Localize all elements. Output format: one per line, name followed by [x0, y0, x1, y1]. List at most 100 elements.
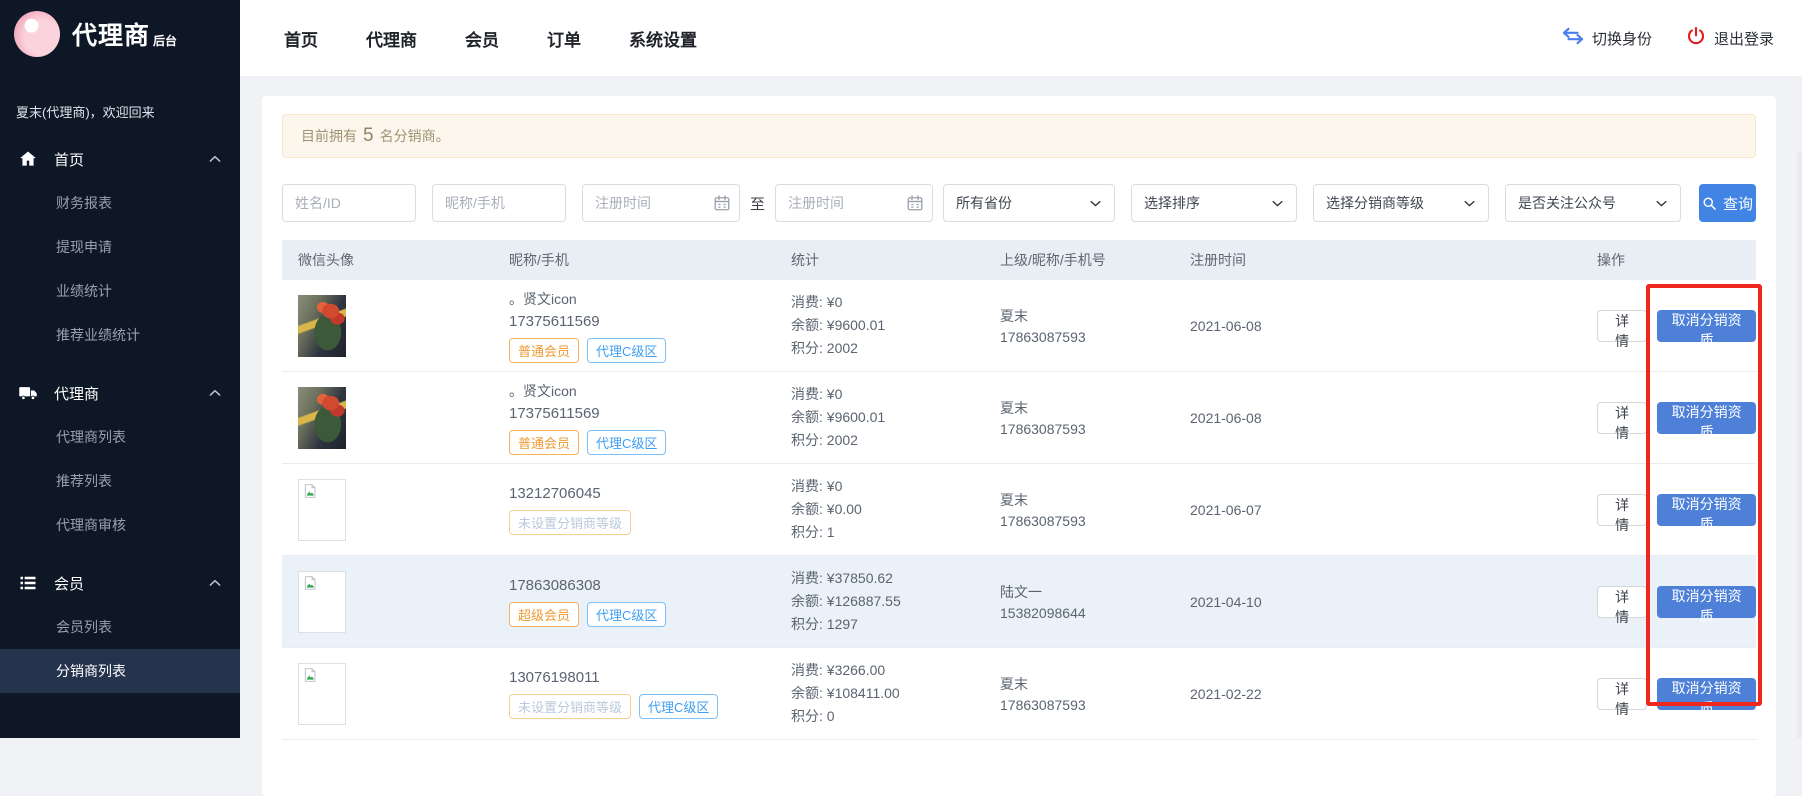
wechat-avatar: [298, 571, 346, 633]
stat-line: 积分: 1: [791, 521, 1000, 544]
column-header-上级/昵称/手机号: 上级/昵称/手机号: [1000, 250, 1190, 270]
member-phone: 13076198011: [509, 669, 791, 686]
table-row: 。贤文icon 17375611569 普通会员代理C级区 消费: ¥0余额: …: [282, 372, 1756, 464]
register-date: 2021-02-22: [1190, 686, 1597, 702]
parent-phone: 15382098644: [1000, 605, 1190, 621]
detail-button[interactable]: 详情: [1597, 678, 1647, 710]
top-menu-item-首页[interactable]: 首页: [284, 26, 318, 51]
sidebar-item-分销商列表[interactable]: 分销商列表: [0, 649, 240, 693]
row-actions: 详情 取消分销资质: [1597, 586, 1756, 618]
sidebar: 代理商 后台 夏末(代理商)，欢迎回来 首页财务报表提现申请业绩统计推荐业绩统计…: [0, 0, 240, 738]
cancel-distribution-button[interactable]: 取消分销资质: [1657, 310, 1756, 342]
list-icon: [18, 573, 38, 593]
table-body: 。贤文icon 17375611569 普通会员代理C级区 消费: ¥0余额: …: [282, 280, 1756, 740]
chevron-up-icon: [208, 152, 222, 166]
calendar-icon: [713, 194, 731, 212]
stat-line: 积分: 2002: [791, 429, 1000, 452]
cancel-distribution-button[interactable]: 取消分销资质: [1657, 402, 1756, 434]
cancel-distribution-button[interactable]: 取消分销资质: [1657, 494, 1756, 526]
sidebar-item-推荐业绩统计[interactable]: 推荐业绩统计: [0, 313, 240, 357]
nickname-phone-input[interactable]: [432, 184, 566, 222]
alert-suffix: 名分销商。: [380, 126, 450, 146]
filter-bar: 至 所有省份 选择排序 选择分销商等级 是否关注公众号 查询: [282, 184, 1756, 222]
power-icon: [1686, 26, 1706, 50]
parent-nickname: 夏末: [1000, 490, 1190, 510]
name-id-input[interactable]: [282, 184, 416, 222]
sidebar-menu: 首页财务报表提现申请业绩统计推荐业绩统计代理商代理商列表推荐列表代理商审核会员会…: [0, 137, 240, 693]
top-menu-item-会员[interactable]: 会员: [465, 26, 499, 51]
stat-line: 消费: ¥0: [791, 291, 1000, 314]
table-row: 。贤文icon 17375611569 普通会员代理C级区 消费: ¥0余额: …: [282, 280, 1756, 372]
sidebar-group-header-0[interactable]: 首页: [0, 137, 240, 181]
cancel-distribution-button[interactable]: 取消分销资质: [1657, 678, 1756, 710]
chevron-down-icon: [1089, 197, 1102, 210]
sidebar-group-label: 会员: [54, 573, 208, 594]
date-between-label: 至: [750, 193, 765, 214]
broken-image-icon: [302, 667, 318, 683]
chevron-down-icon: [1655, 197, 1668, 210]
row-actions: 详情 取消分销资质: [1597, 310, 1756, 342]
logo-avatar-image: [14, 11, 60, 57]
register-date-end-wrap: [775, 184, 933, 222]
row-actions: 详情 取消分销资质: [1597, 494, 1756, 526]
sidebar-item-财务报表[interactable]: 财务报表: [0, 181, 240, 225]
sidebar-item-业绩统计[interactable]: 业绩统计: [0, 269, 240, 313]
switch-identity-label: 切换身份: [1592, 28, 1652, 49]
register-date: 2021-06-08: [1190, 410, 1597, 426]
detail-button[interactable]: 详情: [1597, 586, 1647, 618]
stat-line: 消费: ¥37850.62: [791, 567, 1000, 590]
parent-phone: 17863087593: [1000, 697, 1190, 713]
top-menu-item-系统设置[interactable]: 系统设置: [629, 26, 697, 51]
sidebar-group-header-1[interactable]: 代理商: [0, 371, 240, 415]
cancel-distribution-button[interactable]: 取消分销资质: [1657, 586, 1756, 618]
sidebar-item-提现申请[interactable]: 提现申请: [0, 225, 240, 269]
filter-select-1[interactable]: 选择排序: [1131, 184, 1297, 222]
filter-select-0[interactable]: 所有省份: [943, 184, 1115, 222]
register-date-start-wrap: [582, 184, 740, 222]
member-tags: 未设置分销商等级代理C级区: [509, 694, 791, 719]
broken-image-icon: [302, 483, 318, 499]
stat-line: 积分: 2002: [791, 337, 1000, 360]
scrollbar-track[interactable]: [1797, 152, 1802, 738]
column-header-昵称/手机: 昵称/手机: [509, 250, 791, 270]
member-nickname: 。贤文icon: [509, 381, 791, 401]
member-phone: 13212706045: [509, 485, 791, 502]
switch-identity-link[interactable]: 切换身份: [1562, 27, 1652, 49]
member-tags: 普通会员代理C级区: [509, 430, 791, 455]
welcome-text: 夏末(代理商)，欢迎回来: [0, 68, 240, 127]
tag-代理C级区: 代理C级区: [587, 430, 666, 455]
top-navbar: 首页 代理商 会员 订单 系统设置 切换身份 退出登录: [240, 0, 1802, 76]
top-menu-item-代理商[interactable]: 代理商: [366, 26, 417, 51]
sidebar-item-代理商审核[interactable]: 代理商审核: [0, 503, 240, 547]
detail-button[interactable]: 详情: [1597, 310, 1647, 342]
member-phone: 17863086308: [509, 577, 791, 594]
parent-nickname: 夏末: [1000, 398, 1190, 418]
top-navbar-right: 切换身份 退出登录: [1562, 26, 1774, 50]
wechat-avatar: [298, 387, 346, 449]
table-row: 13212706045 未设置分销商等级 消费: ¥0余额: ¥0.00积分: …: [282, 464, 1756, 556]
distributor-count-alert: 目前拥有 5 名分销商。: [282, 114, 1756, 158]
top-menu: 首页 代理商 会员 订单 系统设置: [284, 26, 697, 51]
select-value: 选择分销商等级: [1326, 193, 1424, 213]
column-header-统计: 统计: [791, 250, 1000, 270]
tag-普通会员: 普通会员: [509, 338, 579, 363]
sidebar-item-推荐列表[interactable]: 推荐列表: [0, 459, 240, 503]
logout-link[interactable]: 退出登录: [1686, 26, 1774, 50]
detail-button[interactable]: 详情: [1597, 402, 1647, 434]
search-button[interactable]: 查询: [1699, 184, 1756, 222]
sidebar-item-会员列表[interactable]: 会员列表: [0, 605, 240, 649]
search-icon: [1702, 196, 1717, 211]
select-value: 选择排序: [1144, 193, 1200, 213]
alert-prefix: 目前拥有: [301, 126, 357, 146]
filter-select-2[interactable]: 选择分销商等级: [1313, 184, 1489, 222]
top-menu-item-订单[interactable]: 订单: [547, 26, 581, 51]
sidebar-group-1: 代理商代理商列表推荐列表代理商审核: [0, 371, 240, 547]
filter-select-3[interactable]: 是否关注公众号: [1505, 184, 1681, 222]
member-tags: 普通会员代理C级区: [509, 338, 791, 363]
sidebar-item-代理商列表[interactable]: 代理商列表: [0, 415, 240, 459]
stat-line: 余额: ¥126887.55: [791, 590, 1000, 613]
detail-button[interactable]: 详情: [1597, 494, 1647, 526]
sidebar-group-header-2[interactable]: 会员: [0, 561, 240, 605]
chevron-up-icon: [208, 386, 222, 400]
swap-arrows-icon: [1562, 27, 1584, 49]
